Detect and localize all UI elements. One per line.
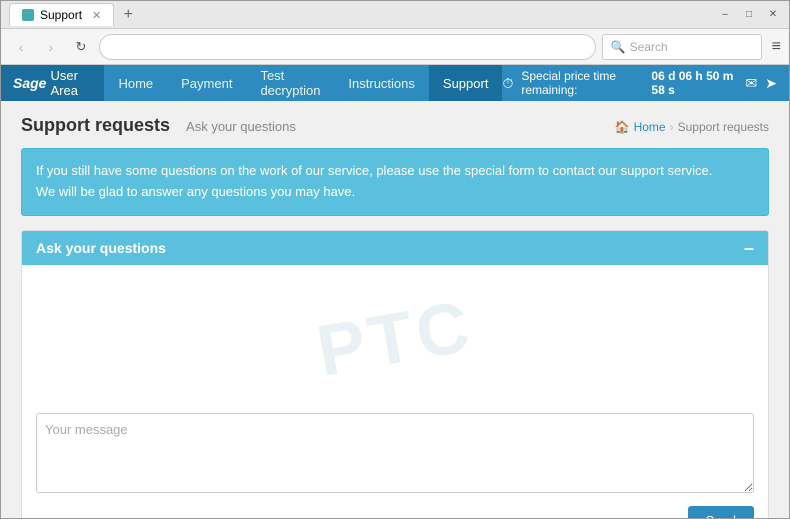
search-box[interactable]: 🔍 Search [602, 34, 762, 60]
url-input[interactable] [99, 34, 596, 60]
send-button[interactable]: Send [688, 506, 754, 518]
panel-body: PTC Send [22, 265, 768, 518]
new-tab-button[interactable]: + [118, 5, 138, 25]
search-icon: 🔍 [611, 40, 626, 54]
breadcrumb-current: Support requests [678, 120, 769, 134]
refresh-button[interactable]: ↻ [69, 35, 93, 59]
home-icon: 🏠 [615, 120, 630, 134]
nav-instructions[interactable]: Instructions [334, 65, 428, 101]
forward-button[interactable]: › [39, 35, 63, 59]
tab-close-btn[interactable]: ✕ [92, 9, 101, 22]
address-bar: ‹ › ↻ 🔍 Search ≡ [1, 29, 789, 65]
brand-area: User Area [50, 68, 92, 98]
page-subtitle: Ask your questions [186, 119, 296, 134]
timer-icon: ⏱ [502, 75, 513, 92]
nav-test-decryption[interactable]: Test decryption [246, 65, 334, 101]
page-header: Support requests Ask your questions 🏠 Ho… [21, 115, 769, 136]
back-button[interactable]: ‹ [9, 35, 33, 59]
close-button[interactable]: ✕ [765, 7, 781, 23]
nav-items: Home Payment Test decryption Instruction… [104, 65, 502, 101]
message-input[interactable] [36, 413, 754, 493]
browser-menu-button[interactable]: ≡ [772, 38, 781, 56]
ask-questions-panel: Ask your questions – PTC Send [21, 230, 769, 518]
timer-value: 06 d 06 h 50 m 58 s [651, 69, 737, 97]
tab-title: Support [40, 8, 82, 22]
send-row: Send [36, 506, 754, 518]
timer-label: Special price time remaining: [521, 69, 643, 97]
timer-section: ⏱ Special price time remaining: 06 d 06 … [502, 69, 789, 97]
panel-title: Ask your questions [36, 240, 166, 256]
watermark-area: PTC [36, 279, 754, 399]
info-text-line1: If you still have some questions on the … [36, 161, 754, 182]
forward-icon[interactable]: ➤ [765, 75, 777, 92]
tab-favicon [22, 9, 34, 21]
browser-tab[interactable]: Support ✕ [9, 3, 114, 26]
info-text-line2: We will be glad to answer any questions … [36, 182, 754, 203]
breadcrumb-home[interactable]: Home [634, 120, 666, 134]
info-box: If you still have some questions on the … [21, 148, 769, 216]
breadcrumb-sep: › [670, 120, 674, 134]
minimize-button[interactable]: – [717, 7, 733, 23]
panel-collapse-button[interactable]: – [744, 239, 754, 257]
nav-home[interactable]: Home [104, 65, 167, 101]
browser-window: Support ✕ + – □ ✕ ‹ › ↻ 🔍 Search ≡ Sage … [0, 0, 790, 519]
title-bar: Support ✕ + – □ ✕ [1, 1, 789, 29]
top-navigation: Sage User Area Home Payment Test decrypt… [1, 65, 789, 101]
panel-header: Ask your questions – [22, 231, 768, 265]
nav-payment[interactable]: Payment [167, 65, 246, 101]
page-title-row: Support requests Ask your questions [21, 115, 296, 136]
nav-support[interactable]: Support [429, 65, 503, 101]
page-content: Support requests Ask your questions 🏠 Ho… [1, 101, 789, 518]
mail-icon[interactable]: ✉ [746, 75, 758, 92]
brand-logo[interactable]: Sage User Area [1, 65, 104, 101]
restore-button[interactable]: □ [741, 7, 757, 23]
breadcrumb: 🏠 Home › Support requests [615, 120, 769, 134]
search-placeholder: Search [630, 40, 668, 54]
message-area [36, 413, 754, 496]
page-title: Support requests [21, 115, 170, 136]
window-controls: – □ ✕ [717, 7, 781, 23]
brand-name: Sage [13, 75, 46, 91]
